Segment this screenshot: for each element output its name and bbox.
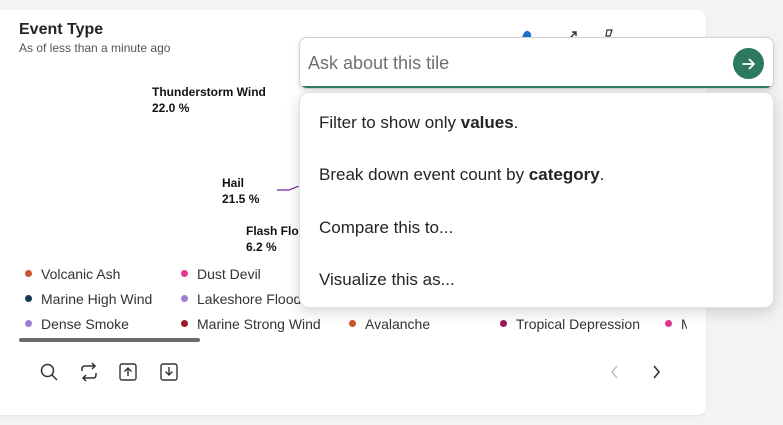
refresh-button[interactable] bbox=[77, 360, 101, 384]
suggestion-text-end: . bbox=[599, 165, 605, 184]
legend-item-marine-strong-wind[interactable]: Marine Strong Wind bbox=[181, 315, 321, 333]
legend-item-dust-devil[interactable]: Dust Devil bbox=[181, 265, 261, 283]
legend-label: Lakeshore Flood bbox=[197, 291, 302, 307]
export-button[interactable] bbox=[116, 360, 140, 384]
legend-label: Marine Strong Wind bbox=[197, 316, 321, 332]
refresh-icon bbox=[81, 362, 97, 382]
legend-label: Dust Devil bbox=[197, 266, 261, 282]
suggestion-compare[interactable]: Compare this to... bbox=[319, 218, 453, 238]
pie-label-hail: Hail 21.5 % bbox=[222, 175, 259, 207]
next-page-button[interactable] bbox=[646, 362, 666, 382]
upload-icon bbox=[119, 363, 137, 381]
tile-subtitle: As of less than a minute ago bbox=[19, 41, 171, 55]
tile-title: Event Type bbox=[19, 21, 104, 38]
pie-leader-line-hail bbox=[277, 186, 300, 191]
suggestion-text: Break down event count by bbox=[319, 165, 529, 184]
legend-swatch bbox=[25, 295, 32, 302]
legend-item-lakeshore-flood[interactable]: Lakeshore Flood bbox=[181, 290, 301, 308]
legend-swatch bbox=[181, 320, 188, 327]
pie-slice-value: 21.5 % bbox=[222, 192, 260, 206]
pie-slice-value: 6.2 % bbox=[246, 240, 277, 254]
legend-item-tropical-depression[interactable]: Tropical Depression bbox=[500, 315, 640, 333]
legend-label: Avalanche bbox=[365, 316, 431, 332]
legend-item-marine-high-wind[interactable]: Marine High Wind bbox=[25, 290, 152, 308]
legend-swatch bbox=[665, 320, 672, 327]
input-focus-underline bbox=[300, 86, 773, 88]
ask-input[interactable] bbox=[306, 48, 725, 78]
legend-label: Tropical Depression bbox=[516, 316, 640, 332]
legend-label: Dense Smoke bbox=[41, 316, 129, 332]
legend-label: M bbox=[681, 316, 687, 332]
ask-tile-box bbox=[299, 37, 774, 89]
arrow-right-icon bbox=[741, 58, 755, 69]
legend-swatch bbox=[500, 320, 507, 327]
suggestion-filter[interactable]: Filter to show only values. bbox=[319, 113, 518, 133]
legend-item-truncated[interactable]: M bbox=[665, 315, 687, 333]
legend-scrollbar[interactable] bbox=[19, 338, 200, 342]
pie-label-thunderstorm-wind: Thunderstorm Wind 22.0 % bbox=[152, 84, 266, 116]
suggestions-menu: Filter to show only values. Break down e… bbox=[299, 92, 774, 308]
suggestion-breakdown[interactable]: Break down event count by category. bbox=[319, 165, 604, 185]
send-button[interactable] bbox=[733, 48, 764, 79]
pie-slice-name: Thunderstorm Wind bbox=[152, 85, 266, 99]
suggestion-text: Compare this to... bbox=[319, 218, 454, 237]
pie-slice-name: Hail bbox=[222, 176, 245, 190]
legend-swatch bbox=[25, 270, 32, 277]
suggestion-visualize[interactable]: Visualize this as... bbox=[319, 270, 455, 290]
pie-label-flash-flood: Flash Flo 6.2 % bbox=[246, 223, 299, 255]
legend-item-volcanic-ash[interactable]: Volcanic Ash bbox=[25, 265, 120, 283]
legend-swatch bbox=[181, 270, 188, 277]
legend-label: Marine High Wind bbox=[41, 291, 153, 307]
previous-page-button[interactable] bbox=[605, 362, 625, 382]
pie-slice-value: 22.0 % bbox=[152, 101, 190, 115]
legend-swatch bbox=[25, 320, 32, 327]
legend-swatch bbox=[181, 295, 188, 302]
legend-item-dense-smoke[interactable]: Dense Smoke bbox=[25, 315, 129, 333]
legend-swatch bbox=[349, 320, 356, 327]
search-button[interactable] bbox=[37, 360, 61, 384]
suggestion-text: Visualize this as... bbox=[319, 270, 455, 289]
suggestion-keyword: category bbox=[528, 165, 600, 184]
legend-label: Volcanic Ash bbox=[41, 266, 121, 282]
suggestion-text: Filter to show only bbox=[319, 113, 461, 132]
search-icon bbox=[40, 363, 58, 381]
chevron-right-icon bbox=[653, 365, 661, 379]
download-button[interactable] bbox=[157, 360, 181, 384]
suggestion-keyword: values bbox=[460, 113, 514, 132]
download-icon bbox=[160, 363, 178, 381]
suggestion-text-end: . bbox=[513, 113, 519, 132]
pie-slice-name: Flash Flo bbox=[246, 224, 299, 238]
chevron-left-icon bbox=[610, 365, 618, 379]
legend-item-avalanche[interactable]: Avalanche bbox=[349, 315, 430, 333]
